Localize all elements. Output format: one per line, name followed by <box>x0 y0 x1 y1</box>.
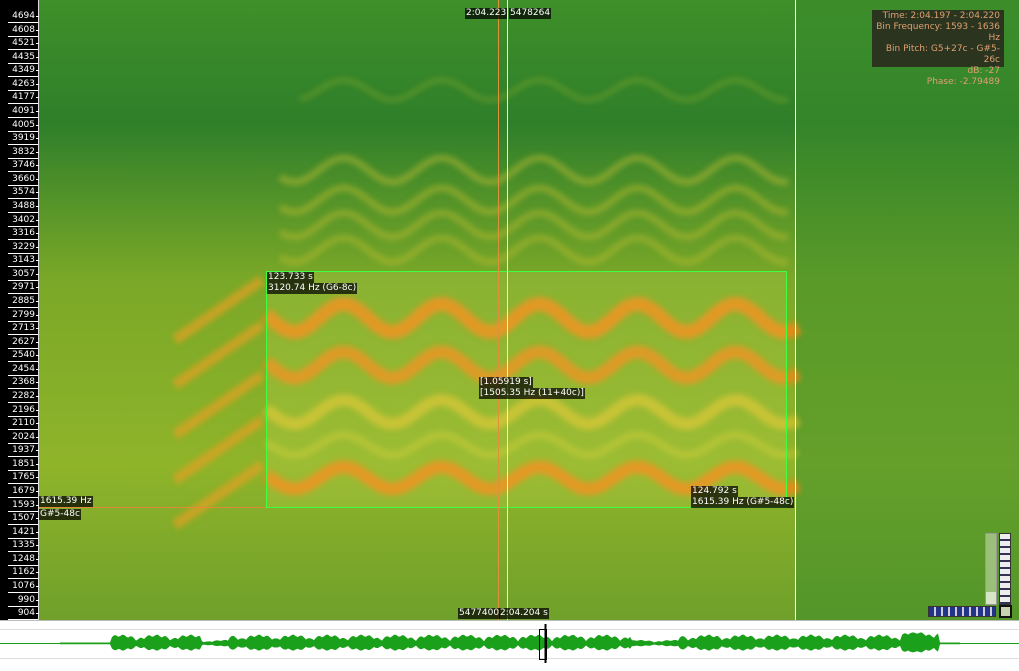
frequency-tick-label: 3660 <box>8 173 39 186</box>
frequency-scale: 4694 4608 4521 4435 4349 4263 4177 4091 4005 3919… <box>0 0 39 621</box>
frequency-tick-label: 3919 <box>8 132 39 146</box>
selection-range: [1505.35 Hz (11+40c)] <box>479 388 585 399</box>
frequency-tick-label: 4091 <box>8 105 39 118</box>
frequency-tick-label: 1335 <box>8 539 39 553</box>
info-phase: Phase: -2.79489 <box>926 77 1000 87</box>
frequency-tick-label: 2713 <box>8 322 39 336</box>
zoom-reset-button[interactable] <box>999 605 1012 618</box>
vertical-zoom-wheel[interactable] <box>999 533 1011 605</box>
hover-pitch-label: G#5-48c <box>39 509 81 520</box>
frequency-tick-label: 1765 <box>8 471 39 485</box>
frequency-tick-label: 3488 <box>8 200 39 213</box>
frequency-tick-label: 4005 <box>8 119 39 132</box>
frequency-tick-label: 3746 <box>8 159 39 173</box>
frequency-tick-label: 1421 <box>8 526 39 539</box>
frequency-tick-label: 2024 <box>8 431 39 444</box>
frequency-tick-label: 4694 <box>8 10 39 23</box>
waveform-image <box>0 624 1019 663</box>
frequency-tick-label: 1937 <box>8 444 39 458</box>
frequency-tick-label: 2627 <box>8 336 39 349</box>
frequency-tick-label: 4521 <box>8 37 39 51</box>
cursor-bottom-frame: 5477400 <box>458 608 501 619</box>
frequency-tick-label: 3057 <box>8 268 39 281</box>
frequency-tick-label: 4263 <box>8 78 39 91</box>
frequency-tick-label: 1162 <box>8 566 39 580</box>
frequency-tick-label: 2282 <box>8 390 39 403</box>
frequency-tick-label: 2368 <box>8 376 39 390</box>
vertical-zoom-slider[interactable] <box>985 533 997 605</box>
frequency-tick-label: 4349 <box>8 64 39 78</box>
frequency-tick-label: 3574 <box>8 186 39 200</box>
playhead-line[interactable] <box>795 0 796 620</box>
frequency-tick-label: 2885 <box>8 295 39 308</box>
waveform-overview[interactable] <box>0 620 1019 667</box>
frequency-tick-label: 2110 <box>8 417 39 431</box>
frequency-tick-label: 2540 <box>8 349 39 363</box>
frequency-tick-label: 1679 <box>8 485 39 498</box>
frequency-tick-label: 2971 <box>8 281 39 295</box>
frequency-tick-label: 4435 <box>8 51 39 64</box>
frequency-tick-label: 3143 <box>8 254 39 268</box>
selection-start-freq: 3120.74 Hz (G6-8c) <box>267 283 358 294</box>
frequency-tick-label: 4177 <box>8 91 39 105</box>
waveform-shape <box>60 632 960 653</box>
cursor-top-time: 2:04.223 <box>465 8 508 19</box>
frequency-tick-label: 2454 <box>8 363 39 376</box>
selection-start-time: 123.733 s <box>267 272 314 283</box>
frequency-tick-label: 3229 <box>8 241 39 254</box>
info-bin-pitch: Bin Pitch: G5+27c - G#5-26c <box>885 44 1000 65</box>
cursor-line[interactable] <box>507 0 508 620</box>
frequency-tick-label: 3402 <box>8 214 39 227</box>
cursor-top-frame: 5478264 <box>509 8 552 19</box>
cursor-line-orange <box>498 0 499 620</box>
frequency-tick-label: 3316 <box>8 227 39 241</box>
selection-end-freq: 1615.39 Hz (G#5-48c) <box>691 497 795 508</box>
frequency-tick-label: 2799 <box>8 309 39 322</box>
frequency-tick-label: 990 <box>8 594 39 607</box>
frequency-tick-label: 1248 <box>8 553 39 566</box>
frequency-tick-label: 1076 <box>8 580 39 593</box>
frequency-tick-label: 3832 <box>8 146 39 159</box>
spectrogram-image <box>0 0 1019 620</box>
frequency-tick-label: 1851 <box>8 458 39 471</box>
info-panel: Time: 2:04.197 - 2:04.220 Bin Frequency:… <box>872 10 1004 87</box>
cursor-bottom-time: 2:04.204 s <box>499 608 549 619</box>
selection-duration: [1.05919 s] <box>479 377 533 388</box>
spectrogram-pane[interactable]: 2:04.223 5478264 5477400 2:04.204 s 123.… <box>0 0 1019 620</box>
frequency-tick-label: 2196 <box>8 404 39 417</box>
info-db: dB: -27 <box>967 66 1000 76</box>
hover-freq-label: 1615.39 Hz <box>39 496 93 507</box>
info-bin-frequency: Bin Frequency: 1593 - 1636 Hz <box>876 22 1000 43</box>
vertical-zoom-thumb[interactable] <box>986 592 996 604</box>
frequency-tick-label: 1507 <box>8 512 39 526</box>
selection-end-time: 124.792 s <box>691 486 738 497</box>
frequency-tick-label: 1593 <box>8 499 39 512</box>
frequency-tick-label: 904 <box>8 607 39 621</box>
frequency-tick-label: 4608 <box>8 24 39 37</box>
info-time: Time: 2:04.197 - 2:04.220 <box>882 11 1000 21</box>
horizontal-zoom-wheel[interactable] <box>928 606 996 617</box>
